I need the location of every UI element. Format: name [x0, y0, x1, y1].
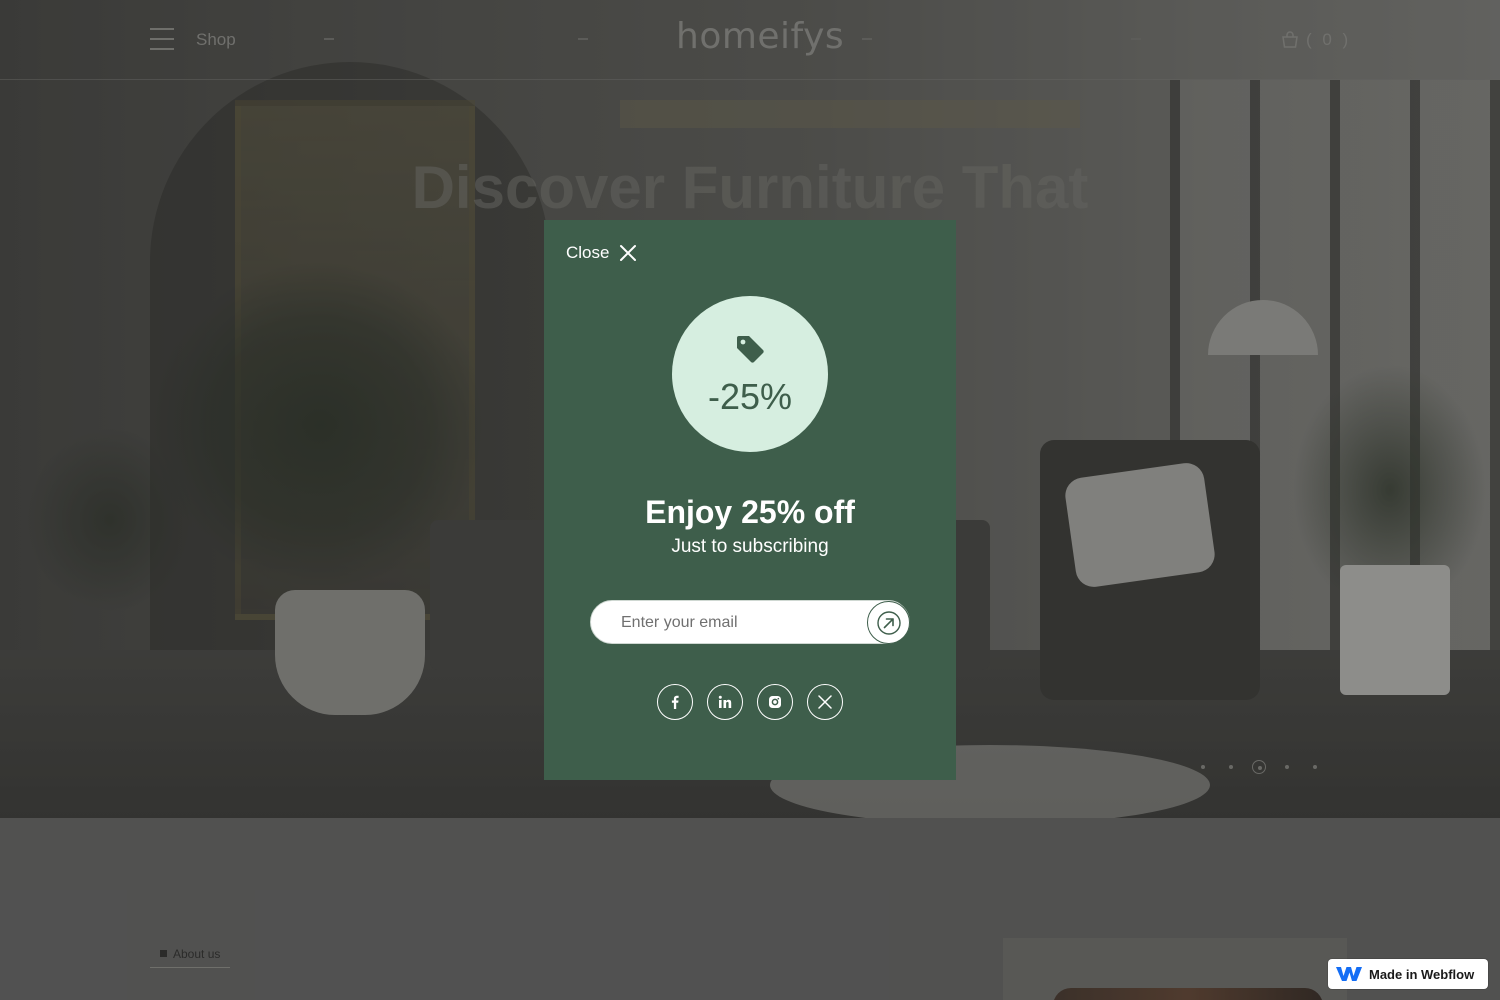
x-twitter-icon: [818, 695, 832, 709]
instagram-icon: [769, 696, 781, 708]
subscribe-form: [590, 600, 910, 644]
webflow-logo-icon: [1336, 967, 1362, 981]
discount-badge: -25%: [672, 296, 828, 452]
discount-percent: -25%: [707, 376, 793, 417]
email-input[interactable]: [621, 611, 851, 635]
social-links: [657, 684, 843, 720]
made-in-webflow-badge[interactable]: Made in Webflow: [1328, 959, 1488, 989]
webflow-badge-text: Made in Webflow: [1369, 966, 1475, 982]
x-twitter-link[interactable]: [807, 684, 843, 720]
subscribe-submit-button[interactable]: [867, 601, 910, 644]
close-button[interactable]: Close: [566, 243, 637, 263]
linkedin-link[interactable]: [707, 684, 743, 720]
instagram-link[interactable]: [757, 684, 793, 720]
close-icon: [620, 245, 637, 261]
price-tag-icon: [737, 336, 764, 363]
facebook-icon: [671, 695, 679, 709]
linkedin-icon: [718, 695, 732, 708]
facebook-link[interactable]: [657, 684, 693, 720]
arrow-up-right-icon: [876, 610, 901, 635]
close-label: Close: [566, 243, 610, 262]
offer-title: Enjoy 25% off: [645, 494, 855, 530]
subscribe-modal: Close -25% Enjoy 25% off Just to subscri…: [544, 220, 956, 780]
offer-subtitle: Just to subscribing: [671, 536, 829, 557]
